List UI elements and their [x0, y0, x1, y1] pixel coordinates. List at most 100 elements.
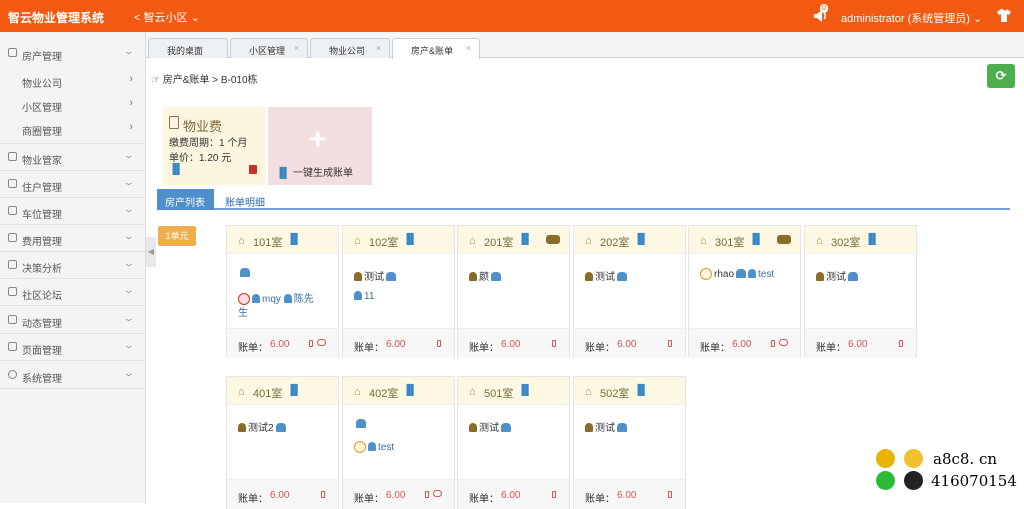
room-card[interactable]: ⌂ 102室 ▐▌ 测试 11 账单： 6.00	[342, 225, 455, 358]
app-title[interactable]: 智云物业管理系统	[8, 9, 104, 26]
fee-card[interactable]: 物业费 缴费周期：1 个月 单价：1.20 元 ▐▌	[163, 107, 266, 185]
bar-chart-icon[interactable]: ▐▌	[865, 234, 879, 245]
room-card[interactable]: ⌂ 402室 ▐▌ test 账单： 6.00	[342, 376, 455, 509]
sidebar-item-label: 系统管理	[22, 374, 62, 385]
room-card[interactable]: ⌂ 302室 ▐▌ 测试 账单： 6.00	[804, 225, 917, 358]
sidebar-item-property[interactable]: 房产管理 ⌄	[0, 40, 146, 64]
owner-name[interactable]: 测试	[826, 272, 846, 283]
trash-icon[interactable]	[249, 165, 257, 174]
mobile-icon[interactable]	[899, 340, 903, 347]
tab-company[interactable]: 物业公司 ×	[310, 38, 390, 58]
avatar-icon	[904, 449, 923, 468]
mobile-icon[interactable]	[668, 340, 672, 347]
user-menu[interactable]: administrator (系统管理员) ⌄	[841, 10, 982, 26]
mobile-icon[interactable]	[425, 491, 429, 498]
resident-name[interactable]: 11	[364, 291, 374, 302]
close-icon[interactable]: ×	[294, 43, 299, 53]
resident-name-wrap[interactable]: 生	[238, 304, 248, 319]
mobile-icon[interactable]	[321, 491, 325, 498]
bill-label: 账单：	[238, 343, 268, 354]
sidebar-item-news[interactable]: 动态管理 ⌄	[0, 307, 146, 334]
owner-name[interactable]: rhao	[714, 269, 734, 280]
sidebar-subitem-community[interactable]: 小区管理 ›	[0, 93, 146, 117]
community-selector[interactable]: < 智云小区 ⌄	[134, 9, 200, 25]
comment-icon[interactable]	[433, 490, 442, 497]
tab-room-list[interactable]: 房产列表	[157, 189, 214, 210]
resident-name[interactable]: test	[758, 269, 774, 280]
comment-icon[interactable]	[779, 339, 788, 346]
tab-bill-details[interactable]: 账单明细	[217, 189, 273, 210]
bar-chart-icon[interactable]: ▐▌	[749, 234, 763, 245]
home-icon: ⌂	[238, 386, 245, 398]
owner-name[interactable]: 颜	[479, 272, 489, 283]
sidebar-item-system[interactable]: 系统管理 ⌄	[0, 362, 146, 389]
room-card[interactable]: ⌂ 202室 ▐▌ 测试 账单： 6.00	[573, 225, 686, 358]
bar-chart-icon[interactable]: ▐▌	[634, 385, 648, 396]
sidebar-item-forum[interactable]: 社区论坛 ⌄	[0, 279, 146, 306]
skin-shirt-icon[interactable]	[997, 9, 1011, 22]
tab-desktop[interactable]: 我的桌面	[148, 38, 228, 58]
sidebar-item-pages[interactable]: 页面管理 ⌄	[0, 334, 146, 361]
owner-name[interactable]: 测试	[479, 423, 499, 434]
tab-property-bills[interactable]: 房产&账单 ×	[392, 38, 480, 59]
room-header: ⌂ 502室 ▐▌	[574, 377, 685, 405]
sidebar-item-steward[interactable]: 物业管家 ⌄	[0, 144, 146, 171]
users-icon	[848, 272, 858, 281]
sidebar-subitem-company[interactable]: 物业公司 ›	[0, 69, 146, 93]
bar-chart-icon[interactable]: ▐▌	[287, 385, 301, 396]
bar-chart-icon[interactable]: ▐▌	[169, 164, 183, 175]
sidebar-item-analysis[interactable]: 决策分析 ⌄	[0, 252, 146, 279]
bar-chart-icon[interactable]: ▐▌	[287, 234, 301, 245]
close-icon[interactable]: ×	[466, 43, 471, 53]
sidebar-collapse-handle[interactable]: ◀	[146, 237, 156, 267]
bar-chart-icon[interactable]: ▐▌	[518, 385, 532, 396]
bar-chart-icon[interactable]: ▐▌	[403, 234, 417, 245]
refresh-button[interactable]: ⟳	[987, 64, 1015, 88]
room-header: ⌂ 402室 ▐▌	[343, 377, 454, 405]
room-card[interactable]: ⌂ 301室 ▐▌ rhao test 账单： 6.00	[688, 225, 801, 358]
generate-bills-card[interactable]: + ▐▌ 一键生成账单	[268, 107, 372, 185]
owner-name[interactable]: 测试	[595, 423, 615, 434]
room-card[interactable]: ⌂ 502室 ▐▌ 测试 账单： 6.00	[573, 376, 686, 509]
resident-name[interactable]: 陈先	[294, 294, 314, 305]
bar-chart-icon[interactable]: ▐▌	[518, 234, 532, 245]
room-footer: 账单： 6.00	[458, 479, 569, 509]
sidebar-item-parking[interactable]: 车位管理 ⌄	[0, 198, 146, 225]
mobile-icon[interactable]	[668, 491, 672, 498]
sidebar-subitem-business[interactable]: 商圈管理 ›	[0, 117, 146, 144]
owner-name[interactable]: 测试	[595, 272, 615, 283]
mobile-icon[interactable]	[309, 340, 313, 347]
tab-label: 小区管理	[249, 46, 286, 56]
sidebar-item-fees[interactable]: 费用管理 ⌄	[0, 225, 146, 252]
user-icon	[252, 294, 260, 303]
room-footer: 账单： 6.00	[805, 328, 916, 358]
refresh-icon: ⟳	[995, 68, 1007, 83]
car-icon[interactable]	[546, 235, 560, 244]
tab-community[interactable]: 小区管理 ×	[230, 38, 308, 58]
wechat-icon	[876, 471, 895, 490]
building-icon	[169, 116, 179, 129]
resident-name[interactable]: test	[378, 442, 394, 453]
sidebar-item-label: 房产管理	[22, 52, 62, 63]
watermark-site: a8c8. cn	[933, 450, 998, 468]
sidebar-item-residents[interactable]: 住户管理 ⌄	[0, 171, 146, 198]
comment-icon[interactable]	[317, 339, 326, 346]
users-icon	[617, 423, 627, 432]
mobile-icon[interactable]	[437, 340, 441, 347]
room-card[interactable]: ⌂ 201室 ▐▌ 颜 账单： 6.00	[457, 225, 570, 358]
bar-chart-icon[interactable]: ▐▌	[403, 385, 417, 396]
room-card[interactable]: ⌂ 501室 ▐▌ 测试 账单： 6.00	[457, 376, 570, 509]
mobile-icon[interactable]	[552, 491, 556, 498]
close-icon[interactable]: ×	[376, 43, 381, 53]
unit-badge[interactable]: 1单元	[158, 226, 196, 246]
owner-name[interactable]: 测试	[364, 272, 384, 283]
mobile-icon[interactable]	[552, 340, 556, 347]
car-icon[interactable]	[777, 235, 791, 244]
room-card[interactable]: ⌂ 401室 ▐▌ 测试2 账单： 6.00	[226, 376, 339, 509]
resident-name[interactable]: mqy	[262, 294, 281, 305]
home-icon: ⌂	[469, 386, 476, 398]
bar-chart-icon[interactable]: ▐▌	[634, 234, 648, 245]
room-card[interactable]: ⌂ 101室 ▐▌ mqy 陈先 生 账单： 6.00	[226, 225, 339, 358]
mobile-icon[interactable]	[771, 340, 775, 347]
owner-name[interactable]: 测试2	[248, 423, 274, 434]
